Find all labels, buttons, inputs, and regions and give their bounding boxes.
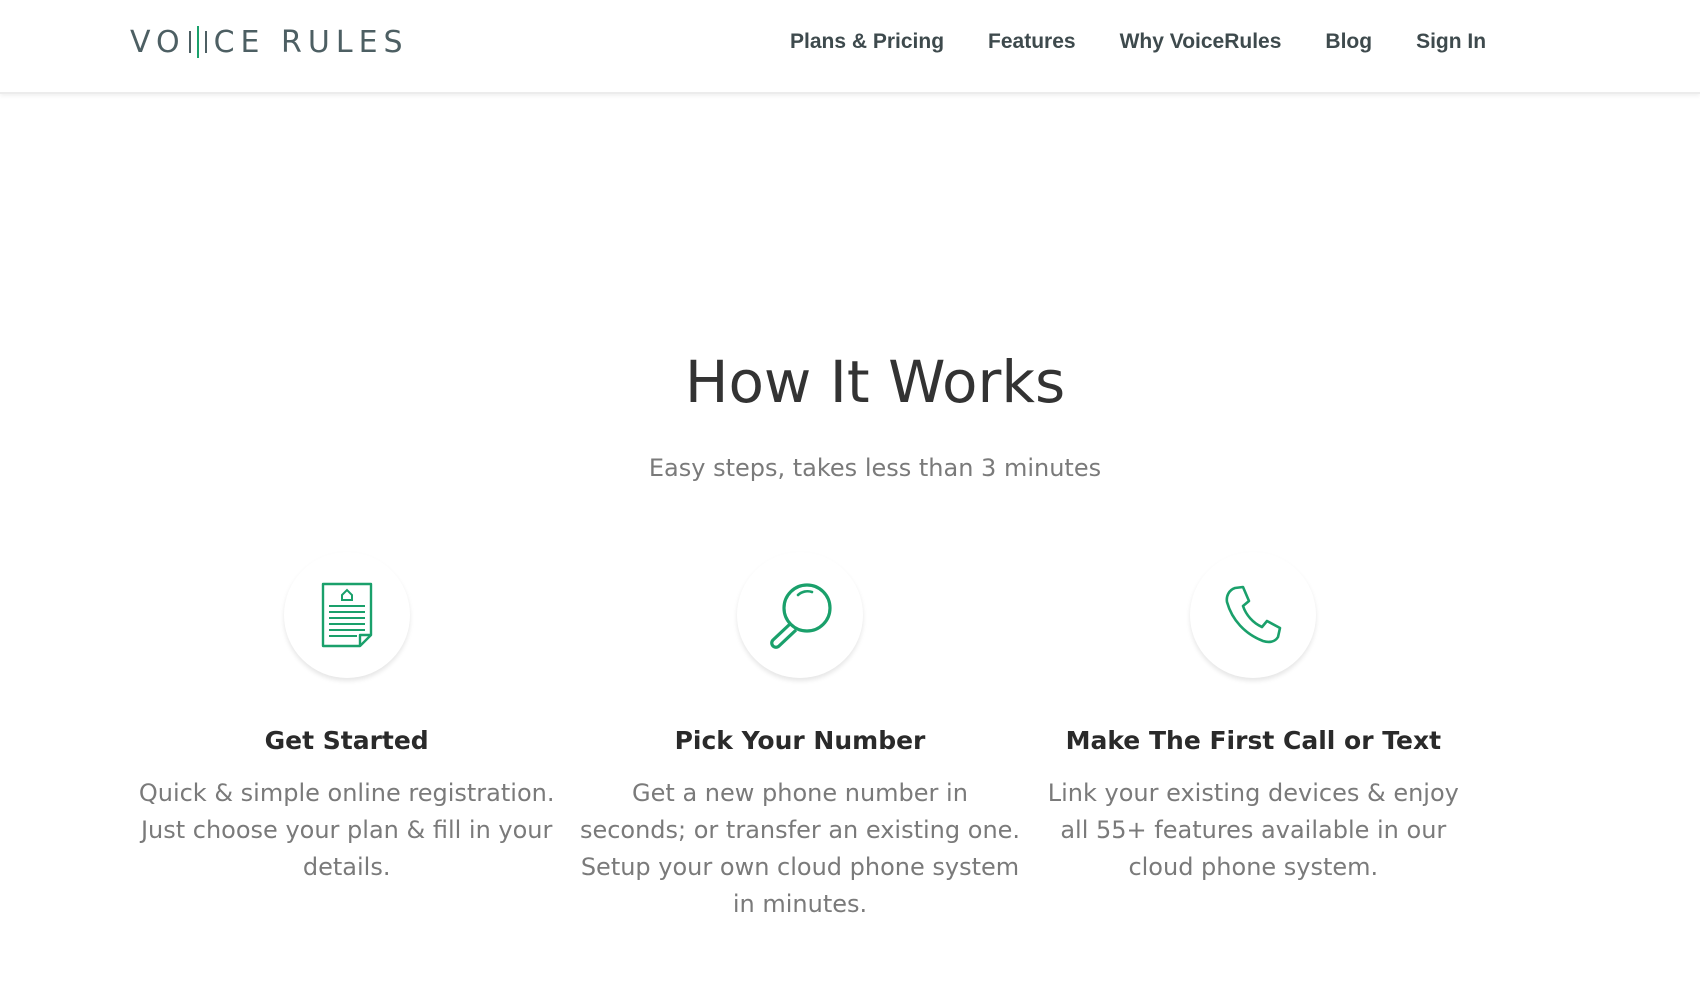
step-title: Make The First Call or Text: [1065, 726, 1442, 755]
step-icon-circle: [283, 552, 410, 678]
phone-icon: [1225, 585, 1282, 644]
step-icon-circle: [736, 552, 863, 678]
nav-why-voicerules[interactable]: Why VoiceRules: [1120, 30, 1282, 54]
step-description: Get a new phone number in seconds; or tr…: [579, 779, 1021, 918]
step-title: Pick Your Number: [674, 726, 926, 755]
nav-sign-in[interactable]: Sign In: [1416, 30, 1486, 54]
site-header: VO CE RULES Plans & Pricing Features Why…: [0, 0, 1700, 94]
magnifier-icon: [770, 583, 832, 649]
nav-features[interactable]: Features: [988, 30, 1076, 54]
step-icon-circle: [1190, 552, 1317, 678]
logo-text-left: VO: [130, 24, 186, 60]
steps-section: Get Started Quick & simple online regist…: [120, 552, 1480, 923]
step-get-started: Get Started Quick & simple online regist…: [120, 552, 573, 923]
step-title: Get Started: [264, 726, 429, 755]
page-subtitle: Easy steps, takes less than 3 minutes: [648, 454, 1102, 482]
logo-bars-icon: [186, 26, 210, 58]
document-icon: [321, 582, 372, 648]
nav-blog[interactable]: Blog: [1325, 30, 1372, 54]
step-description: Link your existing devices & enjoy all 5…: [1047, 779, 1459, 881]
logo-text-right: CE RULES: [213, 24, 409, 60]
step-first-call: Make The First Call or Text Link your ex…: [1027, 552, 1480, 923]
step-description: Quick & simple online registration. Just…: [138, 779, 555, 881]
step-pick-number: Pick Your Number Get a new phone number …: [573, 552, 1026, 923]
voicerules-logo[interactable]: VO CE RULES: [130, 22, 409, 62]
main-nav: Plans & Pricing Features Why VoiceRules …: [790, 24, 1530, 60]
page-title: How It Works: [684, 348, 1066, 416]
nav-plans-pricing[interactable]: Plans & Pricing: [790, 30, 944, 54]
